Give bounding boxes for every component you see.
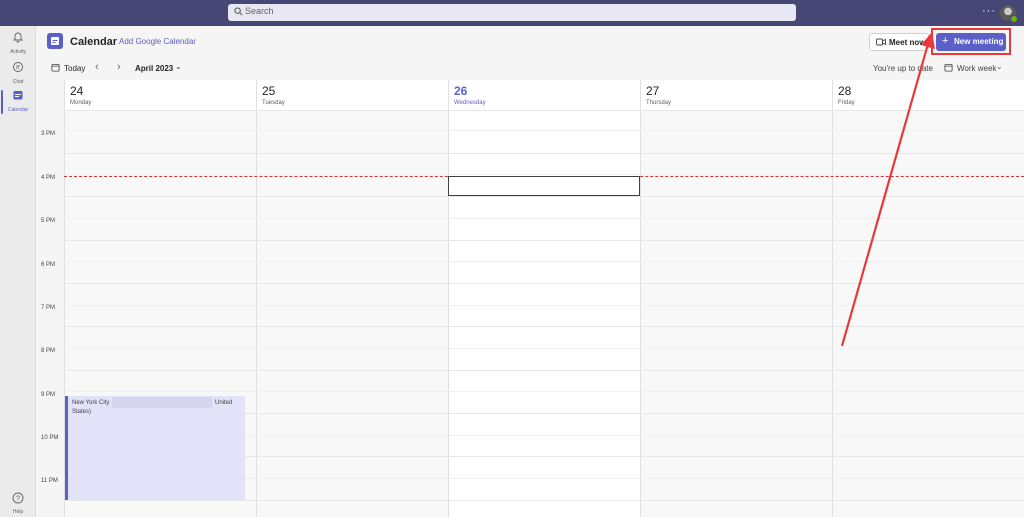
calendar-today-icon [51, 63, 60, 72]
hour-line [64, 500, 1024, 501]
search-icon [234, 7, 243, 16]
hour-label: 7 PM [41, 305, 56, 311]
rail-item-chat[interactable]: Chat [0, 60, 36, 90]
chevron-down-icon[interactable]: ⌄ [996, 62, 1003, 71]
calendar-toolbar: Today ‹ › April 2023 ⌄ You're up to date… [36, 58, 1024, 80]
hour-line [64, 370, 1024, 371]
day-header-25[interactable]: 25 Tuesday [256, 80, 448, 110]
day-name: Friday [838, 100, 855, 106]
hour-line [64, 240, 1024, 241]
help-button[interactable]: ? Help [0, 491, 36, 515]
redacted-text [112, 397, 212, 408]
event-title-line2: States) [72, 409, 92, 415]
day-header-24[interactable]: 24 Monday [64, 80, 256, 110]
annotation-highlight-box [931, 28, 1011, 55]
rail-item-activity[interactable]: Activity [0, 30, 36, 60]
hour-label: 11 PM [41, 478, 58, 484]
hour-line [64, 196, 1024, 197]
day-header-26[interactable]: 26 Wednesday [448, 80, 640, 110]
svg-text:?: ? [16, 496, 20, 503]
event-title-continued: United [215, 400, 233, 406]
half-hour-line [64, 305, 1024, 306]
sync-status: You're up to date [873, 64, 933, 73]
hour-line [64, 110, 1024, 111]
bell-icon [12, 32, 24, 43]
active-indicator [1, 90, 3, 114]
day-number: 27 [646, 84, 660, 98]
avatar[interactable] [1000, 5, 1018, 23]
chevron-left-icon[interactable]: ‹ [95, 61, 99, 73]
day-name: Tuesday [262, 100, 285, 106]
calendar-header: Calendar Add Google Calendar Meet now + … [36, 26, 1024, 58]
title-bar: Search ··· [0, 0, 1024, 26]
event-title: New York City [72, 400, 110, 406]
time-gutter [36, 80, 64, 517]
calendar-event[interactable]: New York City United States) [65, 396, 245, 500]
day-name: Wednesday [454, 100, 486, 106]
more-options-button[interactable]: ··· [982, 5, 996, 17]
view-selector[interactable]: Work week [957, 64, 996, 73]
half-hour-line [64, 348, 1024, 349]
hour-label: 10 PM [41, 435, 59, 441]
hour-label: 9 PM [41, 392, 56, 398]
rail-item-label: Calendar [7, 107, 29, 113]
calendar-icon [13, 91, 23, 100]
week-grid: 24 Monday 25 Tuesday 26 Wednesday 27 Thu… [36, 80, 1024, 517]
add-google-calendar-link[interactable]: Add Google Calendar [119, 37, 196, 46]
calendar-main: Calendar Add Google Calendar Meet now + … [36, 26, 1024, 517]
day-name: Monday [70, 100, 92, 106]
half-hour-line [64, 261, 1024, 262]
app-rail: Activity Chat Calendar ? Help [0, 26, 36, 517]
hour-line [64, 153, 1024, 154]
month-selector[interactable]: April 2023 [135, 64, 173, 73]
half-hour-line [64, 130, 1024, 131]
chevron-right-icon[interactable]: › [117, 61, 121, 73]
hour-label: 4 PM [41, 175, 56, 181]
hour-label: 8 PM [41, 348, 56, 354]
calendar-view-icon [944, 63, 953, 72]
selected-time-slot[interactable] [448, 176, 640, 196]
presence-badge [1010, 15, 1018, 23]
hour-label: 3 PM [41, 131, 56, 137]
video-camera-icon [876, 38, 886, 46]
hour-line [64, 326, 1024, 327]
today-button[interactable]: Today [64, 64, 85, 73]
day-header-27[interactable]: 27 Thursday [640, 80, 832, 110]
day-name: Thursday [646, 100, 672, 106]
day-header-28[interactable]: 28 Friday [832, 80, 1024, 110]
day-number: 25 [262, 84, 276, 98]
help-label: Help [12, 509, 24, 515]
hour-label: 5 PM [41, 218, 56, 224]
half-hour-line [64, 391, 1024, 392]
hour-line [64, 283, 1024, 284]
rail-item-label: Activity [10, 49, 26, 55]
day-number: 26 [454, 84, 468, 98]
help-icon: ? [12, 492, 24, 504]
search-placeholder: Search [245, 6, 274, 16]
meet-now-button[interactable]: Meet now [869, 33, 929, 51]
day-number: 24 [70, 84, 84, 98]
search-input[interactable]: Search [228, 4, 796, 21]
page-title: Calendar [70, 36, 118, 48]
hour-label: 6 PM [41, 262, 56, 268]
rail-item-label: Chat [12, 79, 24, 85]
rail-item-calendar[interactable]: Calendar [0, 88, 36, 118]
half-hour-line [64, 218, 1024, 219]
chat-icon [13, 62, 23, 72]
day-number: 28 [838, 84, 852, 98]
calendar-app-icon [47, 33, 63, 49]
chevron-down-icon[interactable]: ⌄ [175, 62, 182, 71]
half-hour-line [64, 174, 1024, 175]
meet-now-label: Meet now [889, 38, 926, 47]
